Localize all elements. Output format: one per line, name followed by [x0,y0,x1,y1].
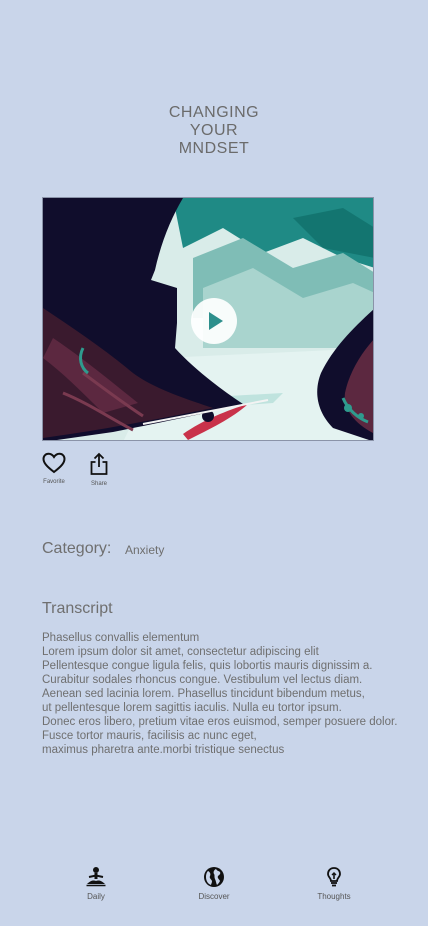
share-icon [90,452,108,475]
transcript-title: Transcript [42,600,113,617]
page-title: CHANGING YOUR MNDSET [168,104,260,157]
heart-icon [42,452,66,474]
favorite-label: Favorite [43,479,65,485]
play-icon [209,312,223,330]
category-value: Anxiety [125,543,165,557]
meditation-icon [86,867,106,887]
transcript-line: Donec eros libero, pretium vitae eros eu… [42,716,398,728]
nav-discover-label: Discover [198,892,230,901]
nav-thoughts-label: Thoughts [317,892,351,901]
lightbulb-icon [327,867,341,887]
transcript-line: Fusce tortor mauris, facilisis ac nunc e… [42,730,257,742]
transcript-line: Phasellus convallis elementum [42,632,200,644]
transcript-body: Phasellus convallis elementum Lorem ipsu… [42,631,422,757]
transcript-line: Aenean sed lacinia lorem. Phasellus tinc… [42,688,365,700]
transcript-line: Pellentesque congue ligula felis, quis l… [42,660,373,672]
transcript-line: Lorem ipsum dolor sit amet, consectetur … [42,646,319,658]
globe-icon [204,867,224,887]
transcript-line: maximus pharetra ante.morbi tristique se… [42,744,285,756]
play-button[interactable] [191,298,237,344]
share-button[interactable]: Share [85,452,113,487]
nav-discover[interactable]: Discover [184,866,244,901]
favorite-button[interactable]: Favorite [40,452,68,485]
transcript-line: ut pellentesque lorem sagittis iaculis. … [42,702,342,714]
share-label: Share [90,481,107,487]
nav-thoughts[interactable]: Thoughts [304,866,364,901]
nav-daily[interactable]: Daily [66,866,126,901]
transcript-line: Curabitur sodales rhoncus congue. Vestib… [42,674,363,686]
category-label: Category: [42,540,112,557]
nav-daily-label: Daily [87,892,105,901]
